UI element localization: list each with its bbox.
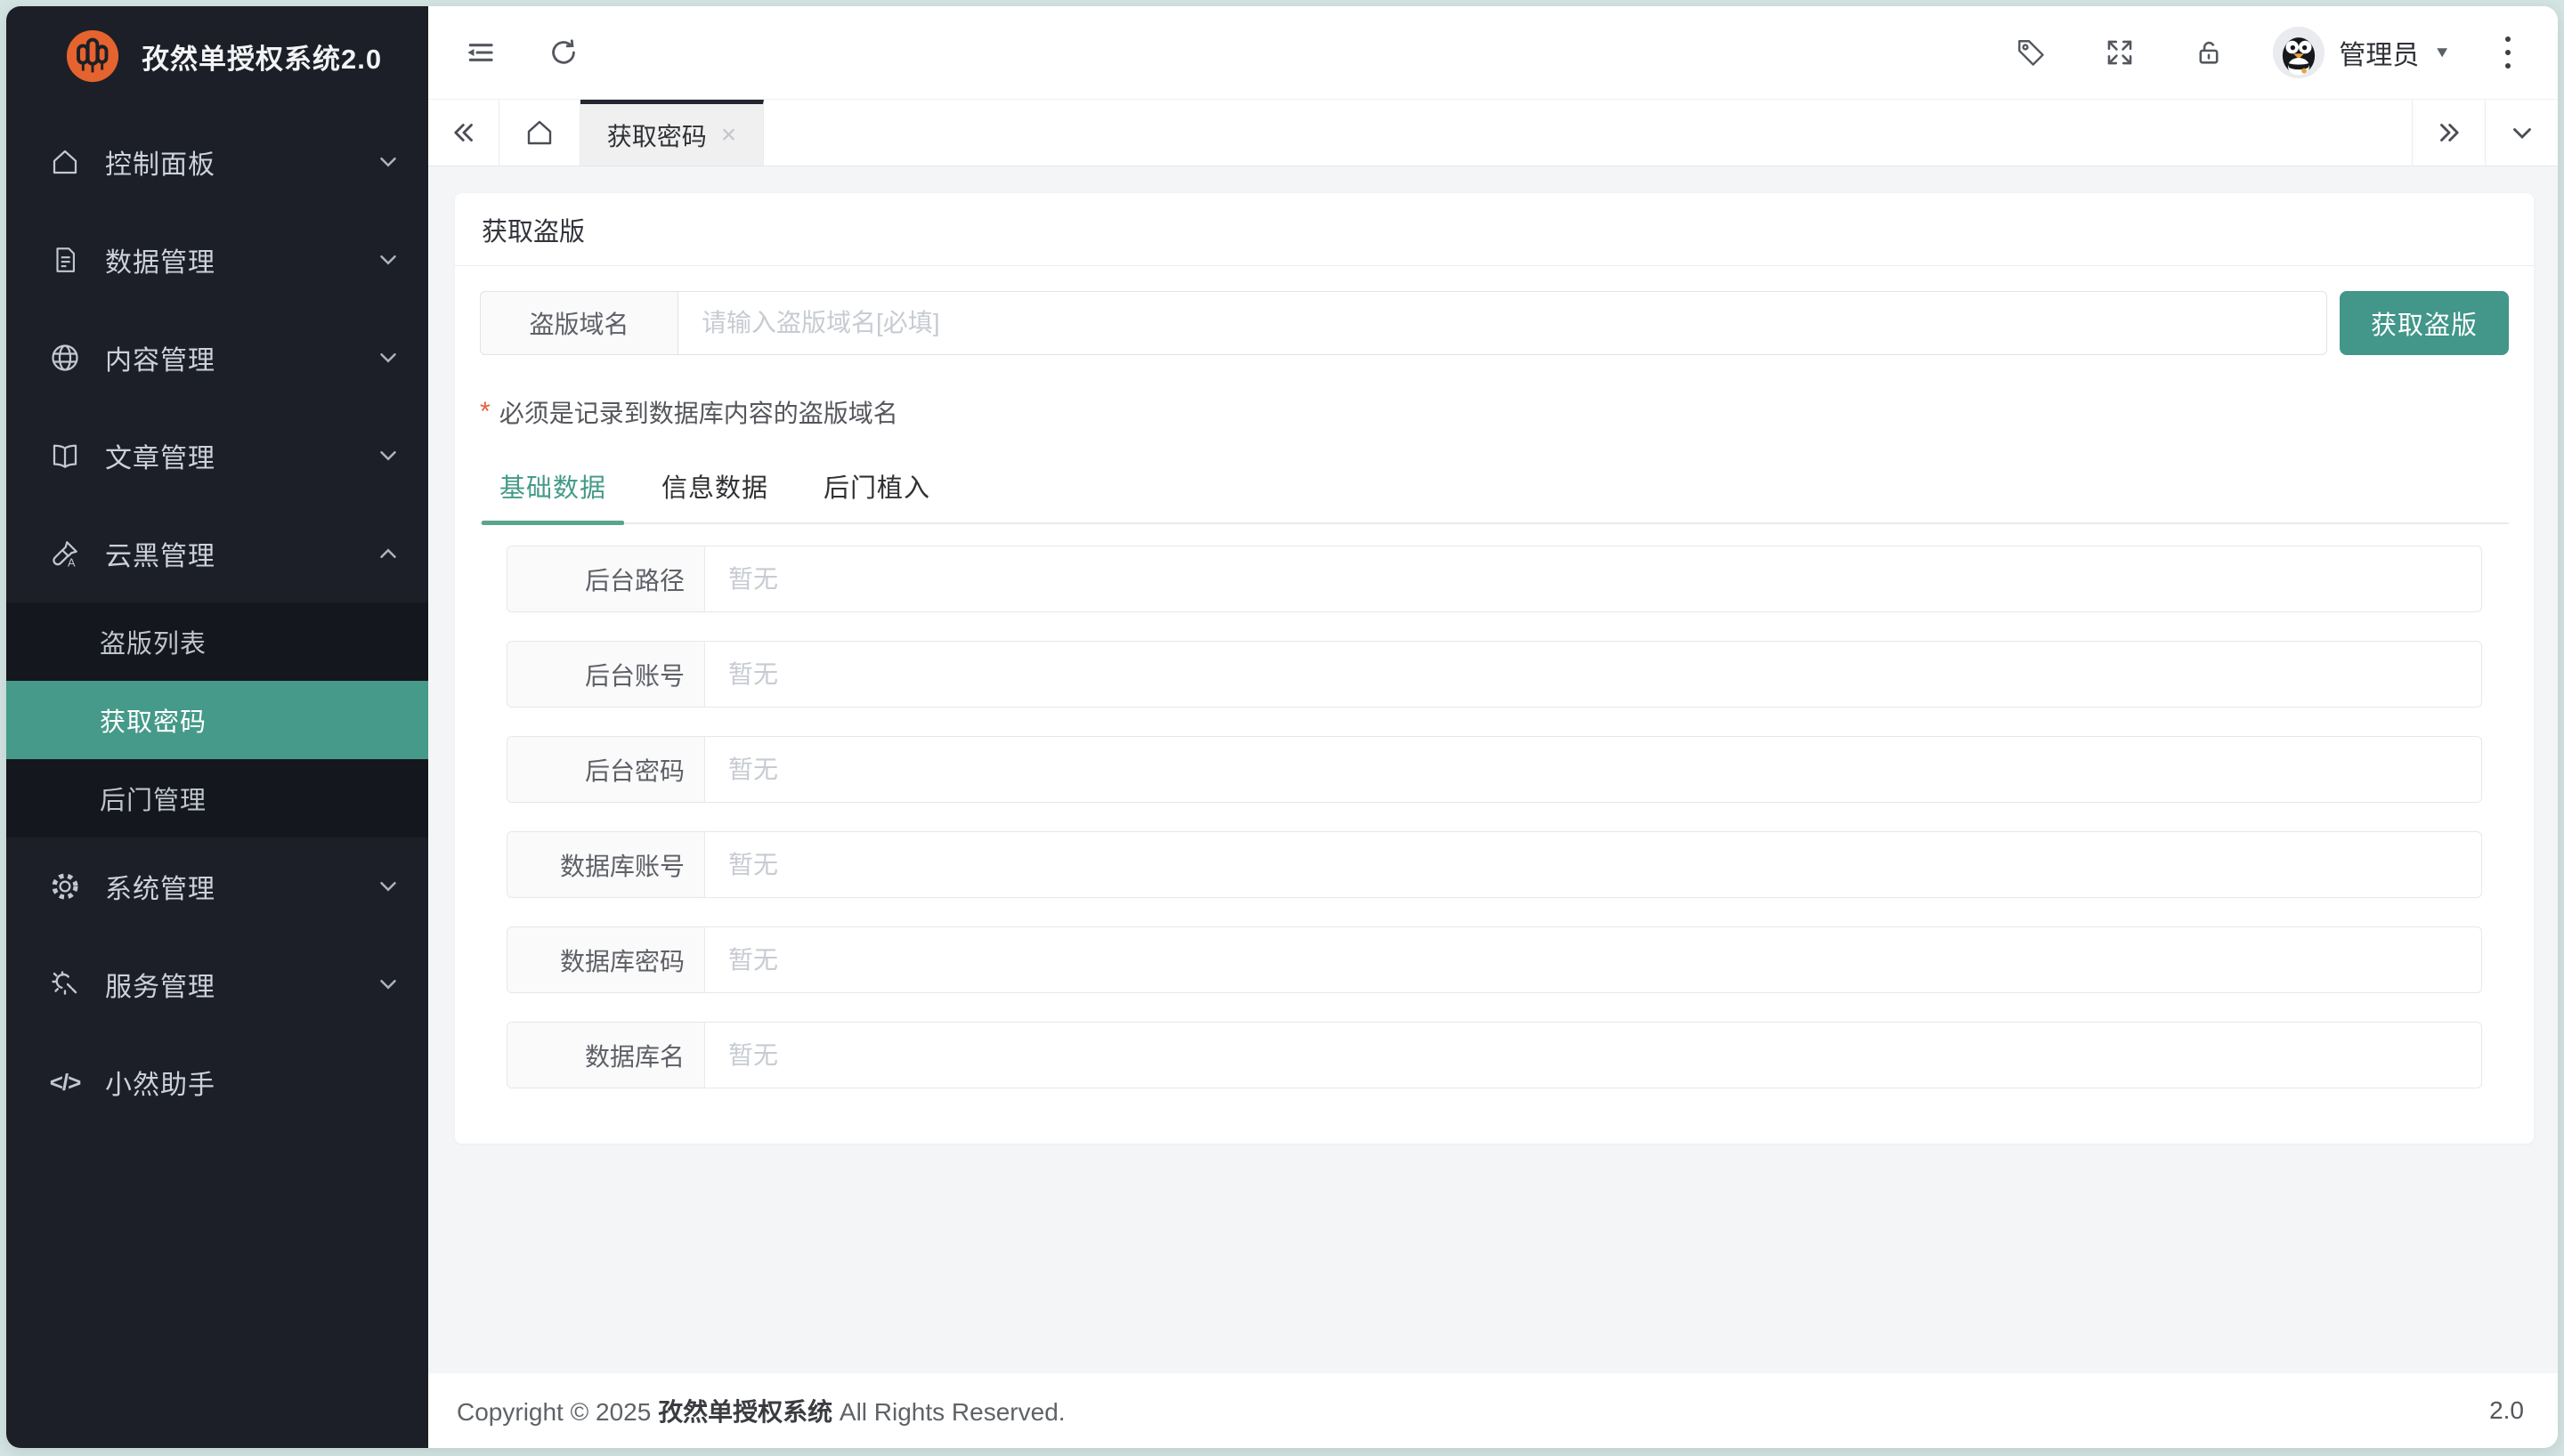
sidebar-subitem-pirate-list[interactable]: 盗版列表 xyxy=(6,603,428,681)
avatar[interactable] xyxy=(2273,27,2325,78)
backend-account-input[interactable] xyxy=(705,642,2481,707)
chevron-down-icon xyxy=(375,971,402,998)
chevron-down-icon xyxy=(375,247,402,273)
sidebar: 孜然单授权系统2.0 控制面板 数据管理 内容管理 文章管理 A 云黑管理 盗版… xyxy=(6,6,428,1448)
backend-password-input[interactable] xyxy=(705,737,2481,802)
field-rows: 后台路径 后台账号 后台密码 数据库账号 xyxy=(480,546,2509,1088)
tabbar-spacer xyxy=(764,100,2412,166)
chevron-down-icon xyxy=(375,873,402,900)
field-row-db-account: 数据库账号 xyxy=(507,831,2482,898)
service-icon xyxy=(48,967,82,1001)
refresh-icon[interactable] xyxy=(539,28,588,77)
code-icon: </> xyxy=(49,1068,82,1096)
pirate-domain-group: 盗版域名 获取盗版 xyxy=(480,291,2509,355)
tab-info-data[interactable]: 信息数据 xyxy=(661,467,768,522)
topbar: 管理员 ▼ xyxy=(428,6,2558,99)
tab-get-password[interactable]: 获取密码 × xyxy=(580,100,764,166)
pirate-domain-input[interactable] xyxy=(678,291,2327,355)
chevron-down-icon xyxy=(375,442,402,469)
sidebar-item-service-management[interactable]: 服务管理 xyxy=(6,935,428,1033)
db-account-input[interactable] xyxy=(705,832,2481,897)
content-area: 获取盗版 盗版域名 获取盗版 * 必须是记录到数据库内容的盗版域名 基础数据 信… xyxy=(428,166,2558,1373)
footer-version: 2.0 xyxy=(2489,1396,2524,1424)
field-row-backend-account: 后台账号 xyxy=(507,641,2482,708)
paint-brush-icon: A xyxy=(48,537,82,570)
user-name: 管理员 xyxy=(2339,41,2420,70)
sidebar-item-article-management[interactable]: 文章管理 xyxy=(6,407,428,505)
chevron-down-icon xyxy=(375,344,402,371)
sidebar-item-content-management[interactable]: 内容管理 xyxy=(6,309,428,407)
chevron-down-icon xyxy=(375,149,402,175)
pirate-domain-label: 盗版域名 xyxy=(480,291,678,355)
home-tab[interactable] xyxy=(499,100,580,166)
home-icon xyxy=(48,145,82,179)
tabs-scroll-left-icon[interactable] xyxy=(428,100,499,166)
cloud-blacklist-submenu: 盗版列表 获取密码 后门管理 xyxy=(6,603,428,837)
field-row-db-password: 数据库密码 xyxy=(507,926,2482,993)
collapse-menu-icon[interactable] xyxy=(455,28,505,77)
sidebar-item-cloud-blacklist[interactable]: A 云黑管理 xyxy=(6,505,428,603)
footer: Copyright © 2025 孜然单授权系统 All Rights Rese… xyxy=(428,1373,2558,1448)
app-window: 孜然单授权系统2.0 控制面板 数据管理 内容管理 文章管理 A 云黑管理 盗版… xyxy=(6,6,2558,1448)
tabs-scroll-right-icon[interactable] xyxy=(2412,100,2485,166)
sidebar-item-system-management[interactable]: 系统管理 xyxy=(6,837,428,935)
field-row-backend-password: 后台密码 xyxy=(507,736,2482,803)
sidebar-item-data-management[interactable]: 数据管理 xyxy=(6,211,428,309)
fullscreen-icon[interactable] xyxy=(2095,28,2145,77)
get-pirate-card: 获取盗版 盗版域名 获取盗版 * 必须是记录到数据库内容的盗版域名 基础数据 信… xyxy=(455,193,2534,1144)
close-icon[interactable]: × xyxy=(721,121,737,149)
get-pirate-button[interactable]: 获取盗版 xyxy=(2340,291,2509,355)
sidebar-item-assistant[interactable]: </> 小然助手 xyxy=(6,1033,428,1131)
copyright-text: Copyright © 2025 孜然单授权系统 All Rights Rese… xyxy=(457,1398,1066,1426)
backend-path-input[interactable] xyxy=(705,546,2481,611)
required-note: * 必须是记录到数据库内容的盗版域名 xyxy=(480,394,2509,430)
field-row-db-name: 数据库名 xyxy=(507,1022,2482,1088)
required-note-text: 必须是记录到数据库内容的盗版域名 xyxy=(499,400,898,427)
kebab-menu-icon[interactable] xyxy=(2490,36,2526,69)
required-asterisk: * xyxy=(480,397,491,426)
footer-brand: 孜然单授权系统 xyxy=(658,1398,833,1426)
unlock-icon[interactable] xyxy=(2184,28,2234,77)
sidebar-menu: 控制面板 数据管理 内容管理 文章管理 A 云黑管理 盗版列表 获取密码 后门管… xyxy=(6,106,428,1448)
data-tabs: 基础数据 信息数据 后门植入 xyxy=(480,467,2509,525)
chevron-up-icon xyxy=(375,540,402,567)
db-password-input[interactable] xyxy=(705,927,2481,992)
gear-icon xyxy=(48,870,82,903)
document-icon xyxy=(48,243,82,277)
svg-text:A: A xyxy=(68,555,76,569)
main-column: 管理员 ▼ 获取密码 × 获取盗版 盗版域名 请输入盗版域名[必填] 获取盗版 … xyxy=(428,6,2558,1448)
tab-basic-data[interactable]: 基础数据 xyxy=(481,467,625,525)
tab-backdoor-implant[interactable]: 后门植入 xyxy=(824,467,930,522)
book-icon xyxy=(48,439,82,473)
sidebar-subitem-backdoor-management[interactable]: 后门管理 xyxy=(6,759,428,837)
sidebar-subitem-get-password[interactable]: 获取密码 xyxy=(6,681,428,759)
app-logo-row: 孜然单授权系统2.0 xyxy=(6,6,428,106)
card-title: 获取盗版 xyxy=(455,193,2534,266)
sidebar-item-control-panel[interactable]: 控制面板 xyxy=(6,113,428,211)
db-name-input[interactable] xyxy=(705,1023,2481,1088)
user-menu[interactable]: 管理员 ▼ xyxy=(2273,27,2451,78)
caret-down-icon: ▼ xyxy=(2433,44,2451,61)
app-title: 孜然单授权系统2.0 xyxy=(142,43,383,75)
field-row-backend-path: 后台路径 xyxy=(507,546,2482,612)
app-logo-icon xyxy=(65,28,120,84)
globe-icon xyxy=(48,341,82,375)
tabbar: 获取密码 × xyxy=(428,99,2558,166)
tabs-menu-icon[interactable] xyxy=(2485,100,2558,166)
tag-icon[interactable] xyxy=(2006,28,2056,77)
